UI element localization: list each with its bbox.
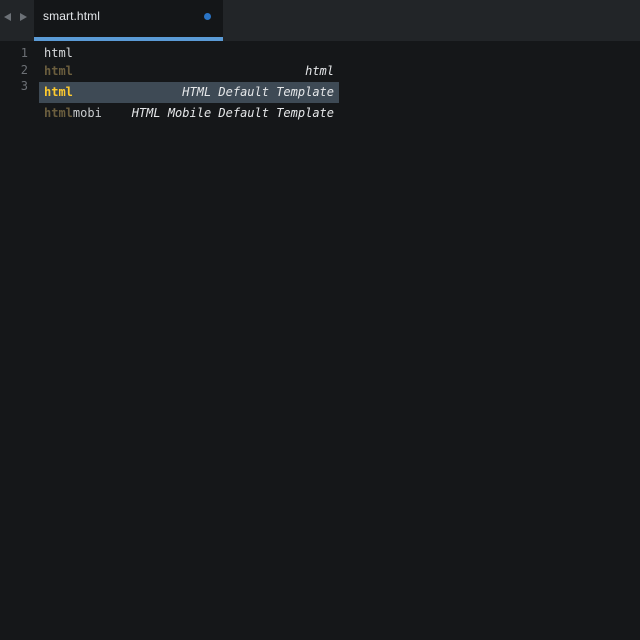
completion-hint: HTML Mobile Default Template [131, 106, 334, 120]
completion-item-selected[interactable]: html HTML Default Template [39, 82, 339, 103]
completion-item[interactable]: htmlmobi HTML Mobile Default Template [39, 103, 339, 124]
completion-item[interactable]: html html [39, 61, 339, 82]
autocomplete-popup: html html html HTML Default Template htm… [39, 61, 339, 124]
completion-hint: html [305, 64, 334, 78]
line-number: 2 [20, 63, 28, 77]
tab-navigation [0, 0, 34, 36]
active-tab-indicator [34, 37, 223, 41]
tab-smart-html[interactable]: smart.html [34, 0, 223, 41]
completion-rest: mobi [72, 106, 102, 120]
line-number: 1 [20, 46, 28, 60]
completion-match: html [44, 85, 73, 99]
completion-trigger: html [44, 82, 73, 103]
triangle-left-icon[interactable] [4, 13, 11, 21]
triangle-right-icon[interactable] [20, 13, 27, 21]
code-line[interactable]: html [44, 45, 73, 61]
line-number: 3 [20, 79, 28, 93]
tab-bar: smart.html [0, 0, 640, 41]
completion-match: html [44, 106, 73, 120]
unsaved-dot-icon[interactable] [204, 13, 211, 20]
tab-title: smart.html [43, 9, 101, 23]
completion-match: html [44, 64, 73, 78]
completion-trigger: html [44, 61, 73, 82]
completion-trigger: htmlmobi [44, 103, 102, 124]
completion-hint: HTML Default Template [182, 85, 334, 99]
